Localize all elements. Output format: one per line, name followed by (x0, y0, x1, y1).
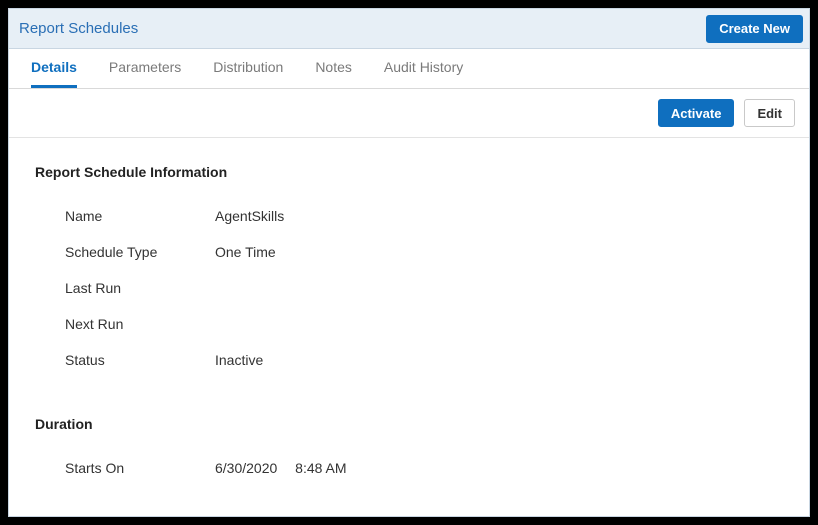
field-label: Next Run (65, 316, 215, 332)
field-label: Starts On (65, 460, 215, 476)
page-title: Report Schedules (19, 20, 138, 37)
tab-parameters[interactable]: Parameters (109, 49, 181, 88)
field-value: 6/30/2020 8:48 AM (215, 460, 347, 476)
field-row-status: Status Inactive (35, 342, 783, 378)
activate-button[interactable]: Activate (658, 99, 735, 127)
tab-details[interactable]: Details (31, 49, 77, 88)
tab-audit-history[interactable]: Audit History (384, 49, 463, 88)
field-value: AgentSkills (215, 208, 284, 224)
field-label: Status (65, 352, 215, 368)
section-title-info: Report Schedule Information (35, 164, 783, 180)
content-area: Report Schedule Information Name AgentSk… (9, 138, 809, 516)
tab-notes[interactable]: Notes (315, 49, 352, 88)
field-row-schedule-type: Schedule Type One Time (35, 234, 783, 270)
field-label: Name (65, 208, 215, 224)
page-header: Report Schedules Create New (9, 9, 809, 49)
field-row-name: Name AgentSkills (35, 198, 783, 234)
section-title-duration: Duration (35, 416, 783, 432)
field-row-starts-on: Starts On 6/30/2020 8:48 AM (35, 450, 783, 486)
field-value: One Time (215, 244, 276, 260)
field-row-last-run: Last Run (35, 270, 783, 306)
app-window: Report Schedules Create New Details Para… (8, 8, 810, 517)
field-label: Last Run (65, 280, 215, 296)
field-row-next-run: Next Run (35, 306, 783, 342)
action-bar: Activate Edit (9, 89, 809, 138)
field-value: Inactive (215, 352, 263, 368)
tab-bar: Details Parameters Distribution Notes Au… (9, 49, 809, 89)
tab-distribution[interactable]: Distribution (213, 49, 283, 88)
create-new-button[interactable]: Create New (706, 15, 803, 43)
edit-button[interactable]: Edit (744, 99, 795, 127)
field-label: Schedule Type (65, 244, 215, 260)
